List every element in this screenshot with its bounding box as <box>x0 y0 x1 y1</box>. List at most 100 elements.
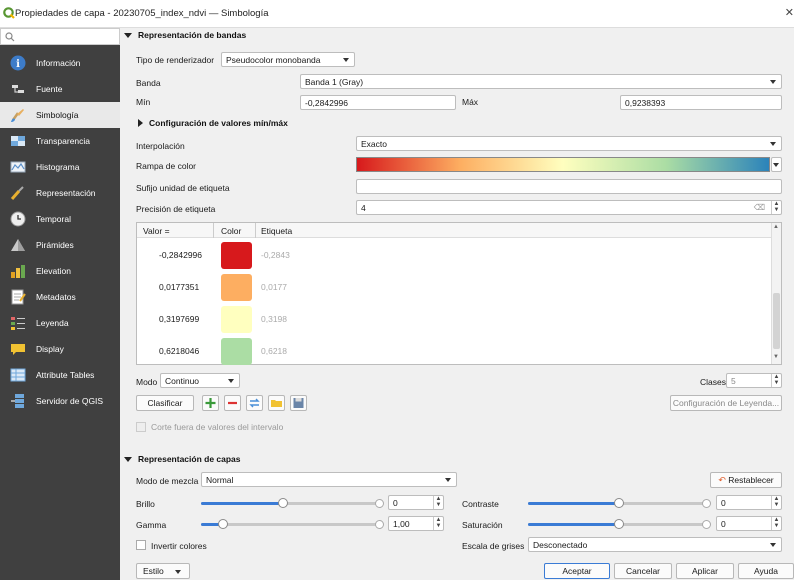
sidebar: i Información Fuente Simbología Transpar… <box>0 28 120 580</box>
sidebar-item-metadatos[interactable]: Metadatos <box>0 284 120 310</box>
minmax-settings-header[interactable]: Configuración de valores mín/máx <box>138 116 288 130</box>
class-label[interactable]: 0,0177 <box>261 282 287 292</box>
chevron-down-icon <box>445 478 451 482</box>
legend-icon <box>11 317 25 330</box>
spin-arrows-icon[interactable]: ▲ ▼ <box>771 517 781 530</box>
elevation-icon <box>11 265 25 278</box>
sidebar-item-representacion[interactable]: Representación <box>0 180 120 206</box>
band-select[interactable]: Banda 1 (Gray) <box>300 74 782 89</box>
max-input[interactable]: 0,9238393 <box>620 95 782 110</box>
color-ramp-label: Rampa de color <box>136 161 197 171</box>
invert-colors-checkbox[interactable] <box>136 540 146 550</box>
class-label[interactable]: 0,6218 <box>261 346 287 356</box>
ok-button[interactable]: Aceptar <box>544 563 610 579</box>
table-row[interactable]: 0,0177351 0,0177 <box>137 271 773 303</box>
class-color-swatch[interactable] <box>221 306 252 333</box>
sidebar-item-simbologia[interactable]: Simbología <box>0 102 120 128</box>
add-class-button[interactable] <box>202 395 219 411</box>
sidebar-item-attribute-tables[interactable]: Attribute Tables <box>0 362 120 388</box>
sidebar-item-piramides[interactable]: Pirámides <box>0 232 120 258</box>
label-unit-suffix-input[interactable] <box>356 179 782 194</box>
sidebar-item-temporal[interactable]: Temporal <box>0 206 120 232</box>
brightness-spinbox[interactable]: 0 ▲ ▼ <box>388 495 444 510</box>
gamma-slider[interactable] <box>201 519 384 529</box>
saturation-slider[interactable] <box>528 519 711 529</box>
sidebar-item-label: Pirámides <box>36 240 74 250</box>
class-value[interactable]: -0,2842996 <box>159 250 202 260</box>
clip-out-of-range-checkbox[interactable] <box>136 422 146 432</box>
chevron-down-icon <box>770 142 776 146</box>
sidebar-item-servidor-qgis[interactable]: Servidor de QGIS <box>0 388 120 414</box>
scroll-up-icon[interactable]: ▲ <box>773 224 779 230</box>
class-color-swatch[interactable] <box>221 338 252 365</box>
layer-rendering-section-header[interactable]: Representación de capas <box>124 452 241 466</box>
spin-arrows-icon[interactable]: ▲ ▼ <box>433 496 443 509</box>
sidebar-item-elevation[interactable]: Elevation <box>0 258 120 284</box>
sidebar-item-label: Información <box>36 58 81 68</box>
class-label[interactable]: 0,3198 <box>261 314 287 324</box>
contrast-spinbox[interactable]: 0 ▲ ▼ <box>716 495 782 510</box>
legend-settings-button[interactable]: Configuración de Leyenda... <box>670 395 782 411</box>
spin-arrows-icon[interactable]: ▲ ▼ <box>771 496 781 509</box>
cancel-button[interactable]: Cancelar <box>614 563 672 579</box>
saturation-spinbox[interactable]: 0 ▲ ▼ <box>716 516 782 531</box>
spin-arrows-icon[interactable]: ▲ ▼ <box>771 374 781 387</box>
sidebar-item-informacion[interactable]: i Información <box>0 50 120 76</box>
save-color-map-button[interactable] <box>290 395 307 411</box>
clear-icon[interactable]: ⌫ <box>754 203 765 212</box>
color-ramp-button[interactable] <box>356 157 770 172</box>
gamma-spinbox[interactable]: 1,00 ▲ ▼ <box>388 516 444 531</box>
band-rendering-section-header[interactable]: Representación de bandas <box>124 28 246 42</box>
sidebar-item-histograma[interactable]: Histograma <box>0 154 120 180</box>
class-value[interactable]: 0,0177351 <box>159 282 199 292</box>
contrast-slider[interactable] <box>528 498 711 508</box>
blend-mode-select[interactable]: Normal <box>201 472 457 487</box>
sidebar-item-leyenda[interactable]: Leyenda <box>0 310 120 336</box>
classes-spinbox[interactable]: 5 ▲ ▼ <box>726 373 782 388</box>
column-header-label[interactable]: Etiqueta <box>261 226 292 236</box>
sidebar-item-transparencia[interactable]: Transparencia <box>0 128 120 154</box>
renderer-type-select[interactable]: Pseudocolor monobanda <box>221 52 355 67</box>
brightness-slider[interactable] <box>201 498 384 508</box>
reset-button[interactable]: ↶ Restablecer <box>710 472 782 488</box>
load-color-map-button[interactable] <box>268 395 285 411</box>
table-row[interactable]: 0,6218046 0,6218 <box>137 335 773 367</box>
grayscale-select[interactable]: Desconectado <box>528 537 782 552</box>
slider-handle[interactable] <box>614 498 624 508</box>
min-input[interactable]: -0,2842996 <box>300 95 456 110</box>
classify-button[interactable]: Clasificar <box>136 395 194 411</box>
color-ramp-menu-button[interactable] <box>771 157 782 172</box>
scroll-down-icon[interactable]: ▼ <box>773 354 779 360</box>
transparency-icon <box>11 136 25 146</box>
class-color-swatch[interactable] <box>221 274 252 301</box>
slider-handle[interactable] <box>278 498 288 508</box>
sidebar-search-input[interactable] <box>0 28 120 45</box>
spin-arrows-icon[interactable]: ▲ ▼ <box>433 517 443 530</box>
interpolation-select[interactable]: Exacto <box>356 136 782 151</box>
apply-button[interactable]: Aplicar <box>676 563 734 579</box>
slider-handle[interactable] <box>218 519 228 529</box>
class-color-swatch[interactable] <box>221 242 252 269</box>
reverse-colors-button[interactable] <box>246 395 263 411</box>
remove-class-button[interactable] <box>224 395 241 411</box>
sidebar-item-display[interactable]: Display <box>0 336 120 362</box>
column-header-value[interactable]: Valor = <box>143 226 170 236</box>
help-button[interactable]: Ayuda <box>738 563 794 579</box>
class-label[interactable]: -0,2843 <box>261 250 290 260</box>
label-precision-spinbox[interactable]: 4 ⌫ ▲ ▼ <box>356 200 782 215</box>
expand-triangle-icon <box>138 119 143 127</box>
table-row[interactable]: -0,2842996 -0,2843 <box>137 239 773 271</box>
table-scrollbar[interactable]: ▲ ▼ <box>771 223 781 364</box>
scrollbar-thumb[interactable] <box>773 293 780 349</box>
column-header-color[interactable]: Color <box>221 226 241 236</box>
mode-select[interactable]: Continuo <box>160 373 240 388</box>
sidebar-item-fuente[interactable]: Fuente <box>0 76 120 102</box>
spin-arrows-icon[interactable]: ▲ ▼ <box>771 201 781 214</box>
slider-handle[interactable] <box>614 519 624 529</box>
class-value[interactable]: 0,6218046 <box>159 346 199 356</box>
close-icon[interactable]: ✕ <box>785 6 794 19</box>
style-menu-button[interactable]: Estilo <box>136 563 190 579</box>
table-row[interactable]: 0,3197699 0,3198 <box>137 303 773 335</box>
contrast-label: Contraste <box>462 499 499 509</box>
class-value[interactable]: 0,3197699 <box>159 314 199 324</box>
